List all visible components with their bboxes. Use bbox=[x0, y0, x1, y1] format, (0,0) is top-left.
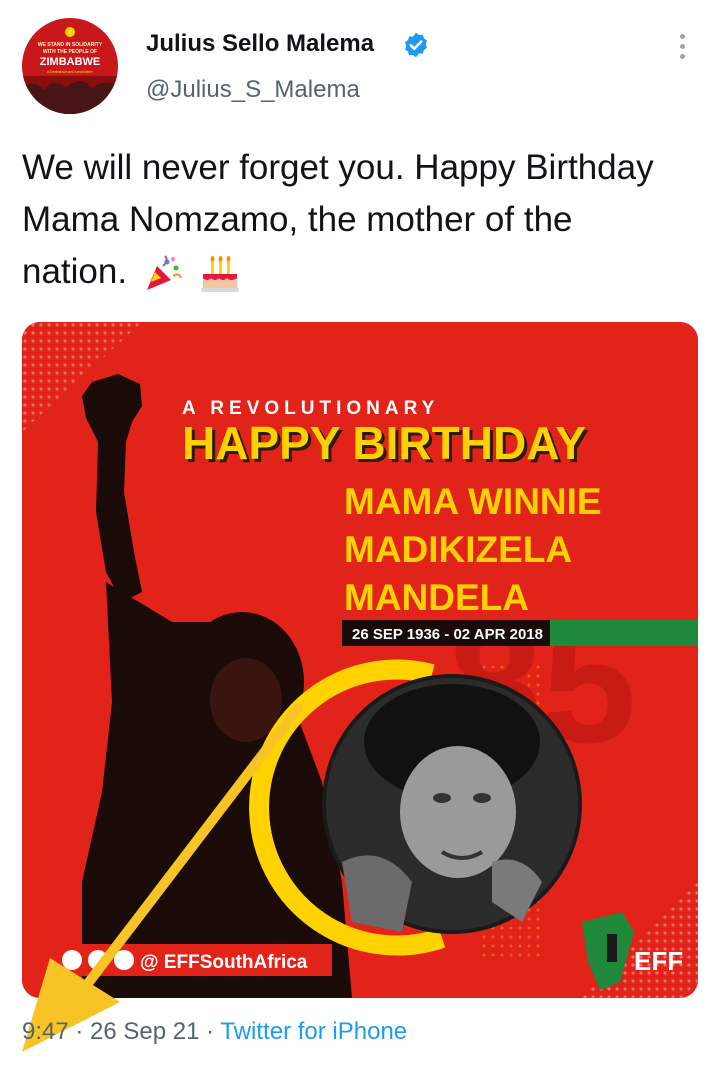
tweet-header: WE STAND IN SOLIDARITY WITH THE PEOPLE O… bbox=[0, 0, 720, 120]
author-name[interactable]: Julius Sello Malema bbox=[146, 30, 374, 58]
more-options-icon[interactable] bbox=[670, 34, 694, 64]
party-popper-icon bbox=[146, 255, 182, 290]
social-handle-text: @ EFFSouthAfrica bbox=[140, 952, 308, 973]
birthday-cake-icon bbox=[200, 255, 239, 292]
headline-text-face: HAPPY BIRTHDAY bbox=[182, 417, 586, 469]
avatar-text-3: ZIMBABWE bbox=[40, 56, 101, 68]
tweet-media-image[interactable]: 85 A REVOLUTIONARY HAPPY BIRTHDAY HAPPY … bbox=[22, 322, 698, 998]
kicker-text: A REVOLUTIONARY bbox=[182, 398, 439, 419]
avatar-text-2: WITH THE PEOPLE OF bbox=[43, 49, 97, 55]
tweet-source-link[interactable]: Twitter for iPhone bbox=[220, 1018, 407, 1045]
name-line-3: MANDELA bbox=[344, 577, 529, 618]
eff-logo-text: EFF bbox=[634, 946, 683, 976]
avatar-text-1: WE STAND IN SOLIDARITY bbox=[38, 42, 103, 48]
avatar-text-4: #ZimbabweanLivesMatter bbox=[47, 69, 93, 74]
footer-separator-2: · bbox=[199, 1018, 221, 1045]
dates-text: 26 SEP 1936 - 02 APR 2018 bbox=[352, 626, 543, 643]
tweet-date[interactable]: 26 Sep 21 bbox=[90, 1018, 199, 1045]
tweet-body: We will never forget you. Happy Birthday… bbox=[22, 148, 654, 291]
author-handle[interactable]: @Julius_S_Malema bbox=[146, 76, 360, 104]
avatar[interactable]: WE STAND IN SOLIDARITY WITH THE PEOPLE O… bbox=[22, 18, 118, 114]
tweet-time[interactable]: 9:47 bbox=[22, 1018, 69, 1045]
name-line-1: MAMA WINNIE bbox=[344, 481, 602, 522]
name-line-2: MADIKIZELA bbox=[344, 529, 572, 570]
footer-separator: · bbox=[68, 1018, 91, 1045]
verified-badge-icon bbox=[405, 32, 427, 58]
tweet-footer: 9:47 · 26 Sep 21 · Twitter for iPhone bbox=[22, 1018, 407, 1046]
tweet-text: We will never forget you. Happy Birthday… bbox=[22, 142, 682, 298]
